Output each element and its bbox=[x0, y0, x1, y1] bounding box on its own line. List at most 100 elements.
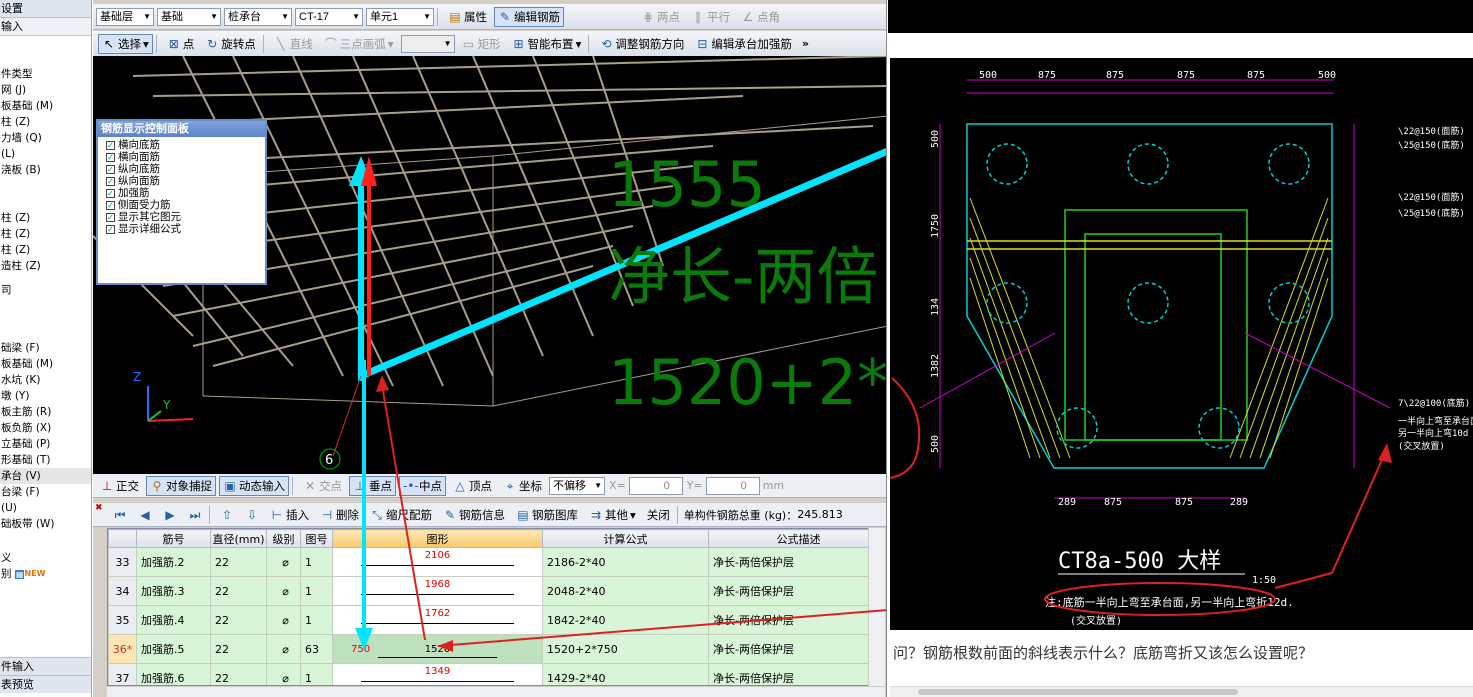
smart-layout-button[interactable]: ⊞ 智能布置 ▾ bbox=[508, 34, 586, 54]
tree-item[interactable]: 板基础 (M) bbox=[0, 356, 91, 372]
cell-dia[interactable]: 22 bbox=[210, 576, 267, 606]
dynamic-input-button[interactable]: ▣ 动态输入 bbox=[219, 475, 289, 496]
floor-select[interactable]: 基础层 ▼ bbox=[96, 7, 154, 26]
coord-snap[interactable]: ⌖ 坐标 bbox=[499, 476, 546, 496]
cell-num[interactable]: 36* bbox=[108, 634, 137, 664]
tree-item[interactable]: 板主筋 (R) bbox=[0, 404, 91, 420]
delete-button[interactable]: ⊣ 删除 bbox=[316, 505, 363, 525]
perpendicular-snap[interactable]: ⊥ 垂点 bbox=[349, 475, 396, 496]
cell-formula[interactable]: 2186-2*40 bbox=[542, 547, 709, 577]
close-button[interactable]: 关闭 bbox=[643, 505, 674, 525]
3d-viewport[interactable]: 6 Z Y 1555 净长-两倍 1520+2*7 钢筋显示控制面板 ✓横向底筋… bbox=[93, 56, 888, 474]
cell-num[interactable]: 37 bbox=[108, 663, 137, 685]
checkbox-checked-icon[interactable]: ✓ bbox=[106, 140, 115, 150]
checkbox-checked-icon[interactable]: ✓ bbox=[106, 176, 115, 186]
tree-item[interactable]: 水坑 (K) bbox=[0, 372, 91, 388]
column-header[interactable]: 计算公式 bbox=[542, 529, 709, 548]
column-header[interactable]: 级别 bbox=[266, 529, 301, 548]
point-angle-button[interactable]: ∠ 点角 bbox=[737, 7, 784, 27]
tree-item[interactable]: 件类型 bbox=[0, 66, 91, 82]
cell-name[interactable]: 加强筋.4 bbox=[136, 605, 211, 635]
tree-item[interactable]: 义 bbox=[0, 550, 91, 566]
tree-item[interactable]: 司 bbox=[0, 282, 91, 298]
category-select[interactable]: 基础 ▼ bbox=[157, 7, 221, 26]
first-row-button[interactable]: ⏮ bbox=[109, 505, 131, 525]
cell-name[interactable]: 加强筋.3 bbox=[136, 576, 211, 606]
cell-num[interactable]: 35 bbox=[108, 605, 137, 635]
tree-item[interactable]: 网 (J) bbox=[0, 82, 91, 98]
offset-select[interactable]: 不偏移 ▼ bbox=[549, 476, 605, 495]
adjust-direction-button[interactable]: ⟲ 调整钢筋方向 bbox=[595, 34, 688, 54]
checkbox-checked-icon[interactable]: ✓ bbox=[106, 152, 115, 162]
cell-num[interactable]: 34 bbox=[108, 576, 137, 606]
checkbox-checked-icon[interactable]: ✓ bbox=[106, 164, 115, 174]
tree-item[interactable]: 柱 (Z) bbox=[0, 226, 91, 242]
cell-shape[interactable]: 1968 bbox=[332, 576, 543, 606]
cell-fig[interactable]: 1 bbox=[300, 605, 333, 635]
report-preview-tab[interactable]: 表预览 bbox=[0, 675, 91, 693]
cell-dia[interactable]: 22 bbox=[210, 605, 267, 635]
cell-shape[interactable]: 1349 bbox=[332, 663, 543, 685]
column-header[interactable]: 直径(mm) bbox=[210, 529, 267, 548]
move-up-button[interactable]: ⇧ bbox=[216, 505, 238, 525]
cell-fig[interactable]: 1 bbox=[300, 547, 333, 577]
cell-fig[interactable]: 1 bbox=[300, 576, 333, 606]
checkbox-checked-icon[interactable]: ✓ bbox=[106, 200, 115, 210]
tree-item[interactable]: 柱 (Z) bbox=[0, 114, 91, 130]
tree-item[interactable]: (U) bbox=[0, 500, 91, 516]
parallel-button[interactable]: ∥ 平行 bbox=[687, 7, 734, 27]
table-row[interactable]: 37 加强筋.6 22 ⌀ 1 1349 1429-2*40 净长-两倍保护层 bbox=[108, 663, 884, 685]
cell-desc[interactable]: 净长-两倍保护层 bbox=[708, 634, 884, 664]
column-header[interactable]: 图形 bbox=[332, 529, 543, 548]
tree-item[interactable]: 板负筋 (X) bbox=[0, 420, 91, 436]
tree-item[interactable]: 力墙 (Q) bbox=[0, 130, 91, 146]
component-name-select[interactable]: CT-17 ▼ bbox=[295, 7, 363, 26]
page-hscroll[interactable] bbox=[890, 686, 1473, 697]
tree-item[interactable]: 立基础 (P) bbox=[0, 436, 91, 452]
column-header[interactable]: 公式描述 bbox=[708, 529, 884, 548]
cell-name[interactable]: 加强筋.5 bbox=[136, 634, 211, 664]
cell-desc[interactable]: 净长-两倍保护层 bbox=[708, 576, 884, 606]
cell-name[interactable]: 加强筋.6 bbox=[136, 663, 211, 685]
tree-item[interactable]: 墩 (Y) bbox=[0, 388, 91, 404]
cell-grade[interactable]: ⌀ bbox=[266, 547, 301, 577]
insert-button[interactable]: ⊢ 插入 bbox=[266, 505, 313, 525]
cell-grade[interactable]: ⌀ bbox=[266, 663, 301, 685]
prev-row-button[interactable]: ◀ bbox=[134, 505, 156, 525]
rebar-toggle-checkbox[interactable]: ✓ 横向面筋 bbox=[98, 151, 265, 163]
settings-header[interactable]: 设置 bbox=[0, 0, 91, 18]
tree-item[interactable]: 础板带 (W) bbox=[0, 516, 91, 532]
next-row-button[interactable]: ▶ bbox=[159, 505, 181, 525]
cell-fig[interactable]: 1 bbox=[300, 663, 333, 685]
rotate-point-button[interactable]: ↻ 旋转点 bbox=[201, 34, 260, 54]
cell-fig[interactable]: 63 bbox=[300, 634, 333, 664]
rebar-toggle-checkbox[interactable]: ✓ 纵向底筋 bbox=[98, 163, 265, 175]
cell-formula[interactable]: 1520+2*750 bbox=[542, 634, 709, 664]
rebar-toggle-checkbox[interactable]: ✓ 侧面受力筋 bbox=[98, 199, 265, 211]
cell-formula[interactable]: 2048-2*40 bbox=[542, 576, 709, 606]
arc-option-select[interactable]: ▼ bbox=[400, 34, 455, 53]
component-input-tab[interactable]: 件输入 bbox=[0, 657, 91, 675]
rebar-toggle-checkbox[interactable]: ✓ 加强筋 bbox=[98, 187, 265, 199]
close-x-icon[interactable]: ✖ bbox=[95, 503, 103, 513]
last-row-button[interactable]: ⏭ bbox=[184, 505, 206, 525]
intersection-snap[interactable]: ✕ 交点 bbox=[299, 476, 346, 496]
tree-item[interactable]: 别 ▦NEW bbox=[0, 566, 91, 582]
column-header[interactable] bbox=[108, 529, 137, 548]
cell-dia[interactable]: 22 bbox=[210, 547, 267, 577]
grid-hscroll[interactable] bbox=[107, 686, 885, 697]
checkbox-checked-icon[interactable]: ✓ bbox=[106, 212, 115, 222]
tree-item[interactable]: (L) bbox=[0, 146, 91, 162]
column-header[interactable]: 筋号 bbox=[136, 529, 211, 548]
edit-rebar-button[interactable]: ✎ 编辑钢筋 bbox=[494, 6, 564, 27]
cell-grade[interactable]: ⌀ bbox=[266, 634, 301, 664]
rebar-toggle-checkbox[interactable]: ✓ 横向底筋 bbox=[98, 139, 265, 151]
tree-item[interactable]: 承台 (V) bbox=[0, 468, 91, 484]
cell-dia[interactable]: 22 bbox=[210, 634, 267, 664]
tree-item[interactable]: 造柱 (Z) bbox=[0, 258, 91, 274]
cell-formula[interactable]: 1842-2*40 bbox=[542, 605, 709, 635]
ortho-button[interactable]: ⊥ 正交 bbox=[96, 476, 143, 496]
rebar-toggle-checkbox[interactable]: ✓ 显示详细公式 bbox=[98, 223, 265, 235]
rebar-toggle-checkbox[interactable]: ✓ 显示其它图元 bbox=[98, 211, 265, 223]
edit-cap-rebar-button[interactable]: ⊟ 编辑承台加强筋 bbox=[691, 34, 796, 54]
